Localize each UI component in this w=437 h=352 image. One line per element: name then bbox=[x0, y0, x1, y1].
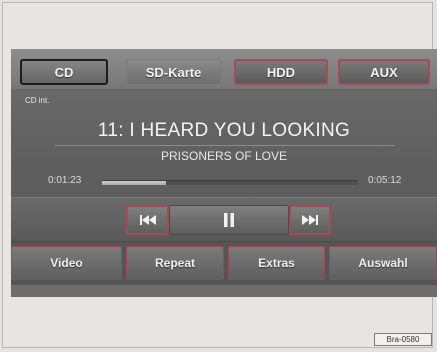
tab-cd-label: CD bbox=[54, 64, 74, 80]
next-track-button[interactable] bbox=[289, 205, 331, 235]
previous-track-button[interactable] bbox=[126, 205, 169, 235]
pause-icon bbox=[223, 213, 235, 227]
tab-video-label: Video bbox=[50, 256, 83, 270]
tab-repeat-label: Repeat bbox=[154, 256, 195, 270]
progress-bar[interactable] bbox=[102, 180, 358, 185]
tab-video[interactable]: Video bbox=[11, 246, 122, 280]
tab-extras-label: Extras bbox=[258, 256, 295, 270]
tab-sd-karte-label: SD-Karte bbox=[145, 64, 202, 80]
tab-auswahl-label: Auswahl bbox=[358, 256, 408, 270]
tab-aux-label: AUX bbox=[370, 64, 398, 80]
tab-hdd-label: HDD bbox=[266, 64, 296, 80]
track-artist: PRISONERS OF LOVE bbox=[160, 149, 288, 163]
progress-fill bbox=[102, 181, 166, 185]
tab-cd[interactable]: CD bbox=[20, 59, 108, 85]
tab-hdd[interactable]: HDD bbox=[234, 59, 328, 85]
source-label: CD int. bbox=[25, 96, 50, 105]
tab-aux[interactable]: AUX bbox=[338, 59, 430, 85]
infotainment-screen: CD SD-Karte HDD AUX CD int. 11: I HEARD … bbox=[11, 49, 437, 297]
tab-repeat[interactable]: Repeat bbox=[126, 246, 224, 280]
total-time: 0:05:12 bbox=[368, 175, 402, 186]
screen-bottom-strip bbox=[11, 285, 437, 297]
tab-auswahl[interactable]: Auswahl bbox=[329, 246, 437, 280]
skip-next-icon bbox=[302, 215, 318, 225]
elapsed-time: 0:01:23 bbox=[48, 175, 82, 186]
figure-reference: Bra-0580 bbox=[374, 333, 432, 346]
skip-previous-icon bbox=[139, 215, 156, 225]
play-pause-button[interactable] bbox=[169, 205, 289, 235]
tab-extras[interactable]: Extras bbox=[228, 246, 325, 280]
title-divider bbox=[55, 145, 395, 146]
track-title: 11: I HEARD YOU LOOKING bbox=[97, 120, 351, 141]
tab-sd-karte[interactable]: SD-Karte bbox=[126, 59, 221, 85]
